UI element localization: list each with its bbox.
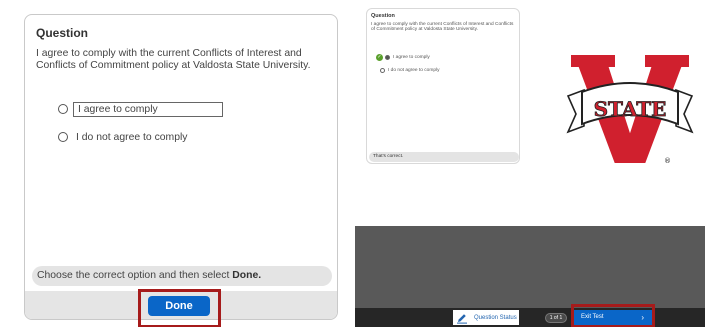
mini-question-text: I agree to comply with the current Confl… [371,22,514,33]
instruction-text: Choose the correct option and then selec… [37,270,233,281]
mini-radio-disagree[interactable] [380,68,385,73]
feedback-bar: That's correct. [369,152,519,162]
mini-question-title: Question [371,13,395,19]
page-counter: 1 of 1 [545,313,567,323]
logo-text: STATE [594,97,667,121]
mini-option-agree-label[interactable]: I agree to comply [393,55,430,60]
option-disagree-label[interactable]: I do not agree to comply [76,132,187,143]
exit-test-label[interactable]: Exit Test [581,314,604,320]
mini-radio-agree[interactable] [385,55,390,60]
logo-registered-mark: ® [664,157,671,165]
mini-option-disagree-label[interactable]: I do not agree to comply [388,68,439,73]
valdosta-state-v-logo: STATE ® [564,52,696,168]
exit-test-button[interactable]: Exit Test › [574,310,652,325]
test-screen: Question I agree to comply with the curr… [355,0,705,327]
check-icon: ✓ [376,54,383,61]
question-text: I agree to comply with the current Confl… [36,48,311,71]
question-status-label[interactable]: Question Status [474,315,517,321]
question-panel: Question I agree to comply with the curr… [24,14,338,320]
question-card-answered: Question I agree to comply with the curr… [366,8,520,164]
option-disagree[interactable]: I do not agree to comply [58,129,187,145]
radio-agree[interactable] [58,104,68,114]
pencil-icon [457,313,467,324]
mini-option-agree[interactable]: ✓ I agree to comply [376,54,430,61]
chevron-right-icon: › [641,313,644,322]
question-title: Question [36,26,89,40]
done-button[interactable]: Done [148,296,210,316]
question-status-button[interactable]: Question Status [453,310,519,325]
instruction-bar: Choose the correct option and then selec… [32,266,332,286]
radio-disagree[interactable] [58,132,68,142]
option-agree[interactable]: I agree to comply [58,101,223,117]
option-agree-label[interactable]: I agree to comply [73,101,223,117]
mini-option-disagree[interactable]: I do not agree to comply [380,68,439,73]
instruction-bold: Done. [232,270,262,281]
content-gray-area [355,226,705,308]
